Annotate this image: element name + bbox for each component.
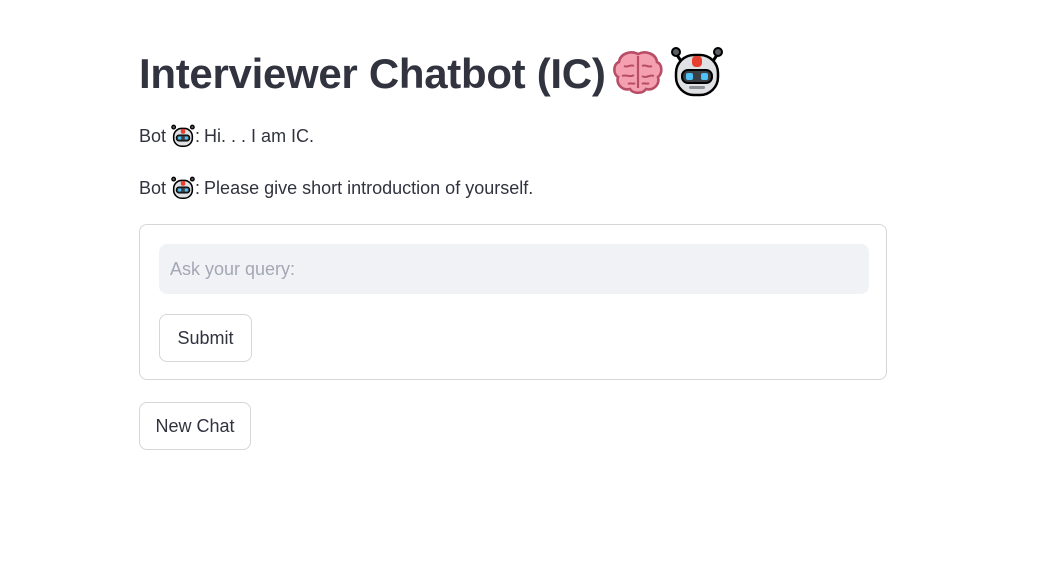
query-form: Submit: [139, 224, 887, 380]
robot-icon: [171, 124, 195, 148]
message-separator: :: [195, 178, 201, 198]
speaker-label: Bot: [139, 126, 167, 146]
robot-icon: [171, 176, 195, 200]
title-row: Interviewer Chatbot (IC): [139, 44, 724, 104]
new-chat-button[interactable]: New Chat: [139, 402, 251, 450]
speaker-label: Bot: [139, 178, 167, 198]
message-text: Hi. . . I am IC.: [204, 126, 315, 146]
page-title: Interviewer Chatbot (IC): [139, 50, 606, 97]
chat-message: Bot : Please give short introduction of …: [139, 176, 533, 200]
brain-icon: [612, 48, 664, 101]
app-page: Interviewer Chatbot (IC) Bot: Hi. . . I…: [0, 0, 1056, 577]
query-input[interactable]: [159, 244, 869, 294]
submit-button[interactable]: Submit: [159, 314, 252, 362]
message-text: Please give short introduction of yourse…: [204, 178, 534, 198]
message-separator: :: [195, 126, 201, 146]
robot-icon: [670, 45, 724, 104]
chat-message: Bot : Hi. . . I am IC.: [139, 124, 314, 148]
